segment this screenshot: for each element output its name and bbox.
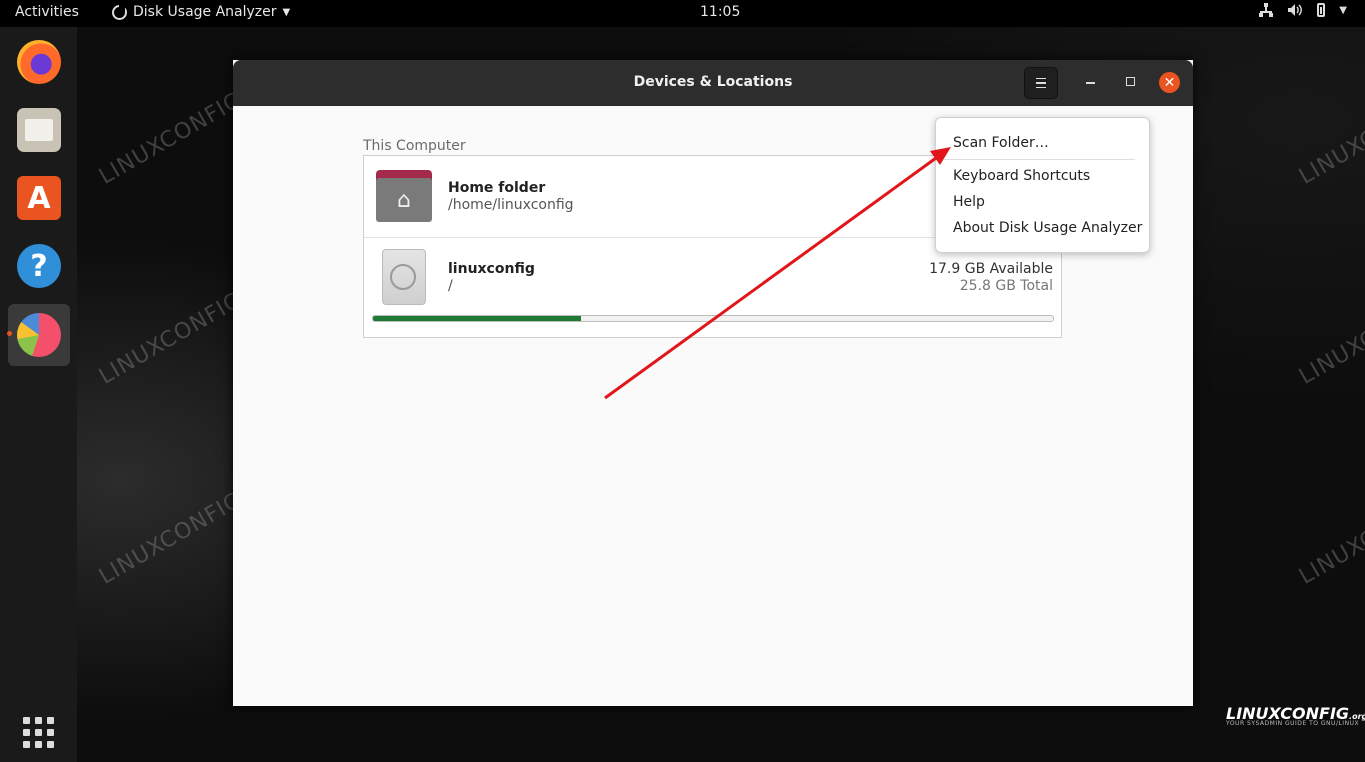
help-icon: ? bbox=[17, 244, 61, 288]
device-name: linuxconfig bbox=[448, 261, 535, 277]
chevron-down-icon: ▼ bbox=[282, 6, 291, 18]
section-label: This Computer bbox=[363, 138, 466, 154]
dock-item-files[interactable] bbox=[8, 99, 70, 161]
menu-item-scan-folder[interactable]: Scan Folder… bbox=[953, 135, 1049, 151]
firefox-icon bbox=[17, 40, 61, 84]
device-path: /home/linuxconfig bbox=[448, 197, 574, 213]
device-path: / bbox=[448, 278, 453, 294]
dock-item-software[interactable]: A bbox=[8, 167, 70, 229]
brand-tagline: YOUR SYSADMIN GUIDE TO GNU/LINUX bbox=[1226, 720, 1360, 727]
dock: A ? bbox=[0, 27, 77, 762]
home-folder-icon: ⌂ bbox=[376, 170, 432, 222]
window-titlebar[interactable]: Devices & Locations ✕ bbox=[233, 60, 1193, 106]
disk-usage-analyzer-icon bbox=[17, 313, 61, 357]
disk-usage-bar bbox=[372, 315, 1054, 322]
hamburger-menu-button[interactable] bbox=[1024, 67, 1058, 99]
hamburger-popup-menu: Scan Folder… Keyboard Shortcuts Help Abo… bbox=[935, 117, 1150, 253]
menu-item-keyboard-shortcuts[interactable]: Keyboard Shortcuts bbox=[953, 168, 1090, 184]
top-bar: Activities Disk Usage Analyzer ▼ 11:05 ▼ bbox=[0, 0, 1365, 27]
software-store-icon: A bbox=[17, 176, 61, 220]
dock-item-help[interactable]: ? bbox=[8, 235, 70, 297]
total-space: 25.8 GB Total bbox=[959, 278, 1053, 294]
close-button[interactable]: ✕ bbox=[1159, 72, 1180, 93]
apps-grid-icon bbox=[23, 717, 30, 724]
app-menu-button[interactable]: Disk Usage Analyzer ▼ bbox=[112, 4, 290, 20]
menu-item-about[interactable]: About Disk Usage Analyzer bbox=[953, 220, 1142, 236]
available-space: 17.9 GB Available bbox=[929, 261, 1053, 277]
network-icon bbox=[1259, 3, 1274, 17]
menu-separator bbox=[944, 159, 1135, 160]
disk-usage-analyzer-icon bbox=[112, 4, 127, 20]
disk-usage-fill bbox=[373, 316, 582, 321]
system-tray[interactable]: ▼ bbox=[1259, 3, 1347, 17]
dock-item-firefox[interactable] bbox=[8, 31, 70, 93]
volume-icon bbox=[1288, 4, 1303, 16]
files-icon bbox=[17, 108, 61, 152]
hamburger-icon bbox=[1036, 77, 1046, 80]
activities-button[interactable]: Activities bbox=[15, 4, 79, 20]
app-menu-label: Disk Usage Analyzer bbox=[133, 4, 277, 20]
device-name: Home folder bbox=[448, 180, 546, 196]
maximize-button[interactable] bbox=[1126, 77, 1135, 86]
battery-icon bbox=[1317, 3, 1326, 17]
dock-item-disk-usage-analyzer[interactable] bbox=[8, 304, 70, 366]
minimize-button[interactable] bbox=[1086, 82, 1095, 84]
menu-item-help[interactable]: Help bbox=[953, 194, 985, 210]
chevron-down-icon: ▼ bbox=[1339, 4, 1347, 16]
show-applications-button[interactable] bbox=[23, 717, 55, 749]
clock[interactable]: 11:05 bbox=[700, 4, 740, 20]
hard-disk-icon bbox=[382, 249, 426, 305]
running-indicator bbox=[7, 331, 12, 336]
